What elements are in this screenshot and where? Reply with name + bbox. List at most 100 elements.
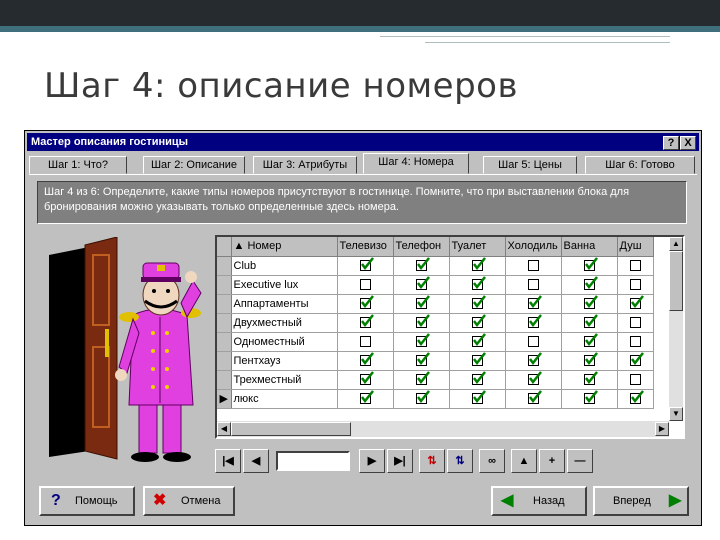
checked-checkbox[interactable]	[583, 333, 598, 348]
unchecked-checkbox[interactable]	[629, 279, 641, 291]
checked-checkbox[interactable]	[583, 390, 598, 405]
checked-checkbox[interactable]	[471, 371, 486, 386]
row-indicator[interactable]	[217, 332, 232, 352]
sort-descending-icon[interactable]: ⇅	[447, 449, 473, 473]
checked-checkbox[interactable]	[359, 390, 374, 405]
checked-checkbox[interactable]	[415, 276, 430, 291]
room-name-cell[interactable]: люкс	[231, 389, 338, 409]
checked-checkbox[interactable]	[629, 295, 644, 310]
row-indicator[interactable]	[217, 313, 232, 333]
room-name-cell[interactable]: Одноместный	[231, 332, 338, 352]
unchecked-checkbox[interactable]	[629, 374, 641, 386]
checked-checkbox[interactable]	[583, 295, 598, 310]
prev-record-button[interactable]: ◀	[243, 449, 269, 473]
help-button[interactable]: ? Помощь	[39, 486, 135, 516]
checked-checkbox[interactable]	[471, 257, 486, 272]
column-header[interactable]: Телефон	[393, 237, 450, 257]
tab-step-6[interactable]: Шаг 6: Готово	[585, 156, 695, 174]
row-indicator[interactable]	[217, 294, 232, 314]
first-record-button[interactable]: |◀	[215, 449, 241, 473]
scroll-left-icon[interactable]: ◀	[217, 422, 231, 436]
checked-checkbox[interactable]	[583, 352, 598, 367]
tab-step-1[interactable]: Шаг 1: Что?	[29, 156, 127, 174]
close-button[interactable]: X	[680, 136, 696, 150]
checked-checkbox[interactable]	[471, 295, 486, 310]
unchecked-checkbox[interactable]	[629, 336, 641, 348]
checked-checkbox[interactable]	[527, 295, 542, 310]
column-header[interactable]: Холодиль	[505, 237, 562, 257]
checked-checkbox[interactable]	[527, 314, 542, 329]
checked-checkbox[interactable]	[629, 352, 644, 367]
rooms-grid[interactable]: ▲ Номер Телевизо Телефон Туалет Холодиль…	[215, 235, 685, 439]
scroll-up-icon[interactable]: ▲	[669, 237, 683, 251]
checked-checkbox[interactable]	[527, 390, 542, 405]
move-up-icon[interactable]: ▲	[511, 449, 537, 473]
column-header[interactable]: Телевизо	[337, 237, 394, 257]
row-indicator[interactable]: ▶	[217, 389, 232, 409]
sort-ascending-icon[interactable]: ⇅	[419, 449, 445, 473]
checked-checkbox[interactable]	[471, 352, 486, 367]
table-row[interactable]: Одноместный	[217, 332, 654, 352]
checked-checkbox[interactable]	[471, 333, 486, 348]
checked-checkbox[interactable]	[471, 276, 486, 291]
unchecked-checkbox[interactable]	[359, 279, 371, 291]
table-row[interactable]: Трехместный	[217, 370, 654, 390]
room-name-cell[interactable]: Club	[231, 256, 338, 276]
row-indicator[interactable]	[217, 256, 232, 276]
last-record-button[interactable]: ▶|	[387, 449, 413, 473]
checked-checkbox[interactable]	[415, 257, 430, 272]
checked-checkbox[interactable]	[415, 371, 430, 386]
row-indicator[interactable]	[217, 275, 232, 295]
unchecked-checkbox[interactable]	[527, 260, 539, 272]
room-name-cell[interactable]: Executive lux	[231, 275, 338, 295]
column-header[interactable]: Туалет	[449, 237, 506, 257]
cancel-button[interactable]: ✖ Отмена	[143, 486, 235, 516]
checked-checkbox[interactable]	[415, 390, 430, 405]
checked-checkbox[interactable]	[415, 314, 430, 329]
tab-step-5[interactable]: Шаг 5: Цены	[483, 156, 577, 174]
unchecked-checkbox[interactable]	[629, 317, 641, 329]
row-indicator[interactable]	[217, 370, 232, 390]
find-glasses-icon[interactable]: ∞	[479, 449, 505, 473]
delete-record-icon[interactable]: —	[567, 449, 593, 473]
checked-checkbox[interactable]	[415, 295, 430, 310]
next-record-button[interactable]: ▶	[359, 449, 385, 473]
back-button[interactable]: ◀ Назад	[491, 486, 587, 516]
room-name-cell[interactable]: Двухместный	[231, 313, 338, 333]
checked-checkbox[interactable]	[629, 390, 644, 405]
table-row[interactable]: Пентхауз	[217, 351, 654, 371]
checked-checkbox[interactable]	[359, 314, 374, 329]
scroll-thumb[interactable]	[669, 251, 683, 311]
checked-checkbox[interactable]	[415, 333, 430, 348]
unchecked-checkbox[interactable]	[359, 336, 371, 348]
scroll-thumb[interactable]	[231, 422, 351, 436]
record-number-field[interactable]	[276, 451, 350, 471]
checked-checkbox[interactable]	[583, 314, 598, 329]
table-row[interactable]: Club	[217, 256, 654, 276]
table-row[interactable]: Аппартаменты	[217, 294, 654, 314]
room-name-cell[interactable]: Пентхауз	[231, 351, 338, 371]
checked-checkbox[interactable]	[359, 352, 374, 367]
checked-checkbox[interactable]	[527, 371, 542, 386]
checked-checkbox[interactable]	[583, 257, 598, 272]
tab-step-4[interactable]: Шаг 4: Номера	[363, 153, 469, 174]
checked-checkbox[interactable]	[359, 371, 374, 386]
checked-checkbox[interactable]	[583, 276, 598, 291]
checked-checkbox[interactable]	[583, 371, 598, 386]
checked-checkbox[interactable]	[527, 352, 542, 367]
next-button[interactable]: Вперед ▶	[593, 486, 689, 516]
scroll-down-icon[interactable]: ▼	[669, 407, 683, 421]
checked-checkbox[interactable]	[415, 352, 430, 367]
tab-step-3[interactable]: Шаг 3: Атрибуты	[253, 156, 357, 174]
column-header[interactable]: Ванна	[561, 237, 618, 257]
grid-vertical-scrollbar[interactable]: ▲ ▼	[669, 237, 683, 421]
checked-checkbox[interactable]	[359, 295, 374, 310]
column-header[interactable]: Душ	[617, 237, 654, 257]
row-indicator[interactable]	[217, 351, 232, 371]
table-row[interactable]: ▶ люкс	[217, 389, 654, 409]
table-row[interactable]: Executive lux	[217, 275, 654, 295]
add-record-icon[interactable]: +	[539, 449, 565, 473]
column-header[interactable]: ▲ Номер	[231, 237, 338, 257]
help-title-button[interactable]: ?	[663, 136, 679, 150]
checked-checkbox[interactable]	[471, 314, 486, 329]
